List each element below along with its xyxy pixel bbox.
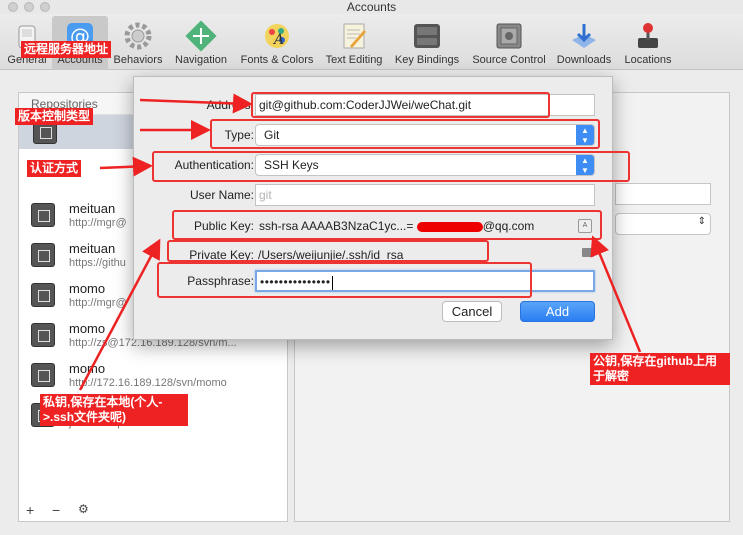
repository-icon bbox=[31, 243, 55, 267]
repository-icon bbox=[31, 363, 55, 387]
annotation-private-key-note: 私钥,保存在本地(个人->.ssh文件夹呢) bbox=[40, 394, 188, 426]
username-row: User Name: git bbox=[134, 184, 614, 206]
preferences-toolbar: General @ Accounts Behaviors Navigation … bbox=[0, 14, 743, 70]
annotation-box-type bbox=[210, 119, 600, 149]
title-bar: Accounts bbox=[0, 0, 743, 14]
details-field[interactable] bbox=[615, 183, 711, 205]
annotation-auth-method: 认证方式 bbox=[27, 160, 82, 177]
joystick-icon bbox=[638, 23, 658, 48]
annotation-box-passphrase bbox=[157, 262, 532, 298]
annotation-public-key-note: 公钥,保存在github上用于解密 bbox=[590, 353, 730, 385]
pencil-icon bbox=[343, 23, 366, 49]
cancel-button[interactable]: Cancel bbox=[442, 301, 502, 322]
tab-source-control[interactable]: Source Control bbox=[466, 16, 552, 70]
annotation-vcs-type: 版本控制类型 bbox=[15, 108, 94, 125]
svg-text:A: A bbox=[272, 32, 284, 48]
annotation-box-public-key bbox=[172, 210, 602, 240]
details-select[interactable]: ⇕ bbox=[615, 213, 711, 235]
download-icon bbox=[572, 24, 596, 48]
tab-fonts-colors[interactable]: A Fonts & Colors bbox=[236, 16, 318, 70]
tab-key-bindings[interactable]: Key Bindings bbox=[390, 16, 464, 70]
repository-icon bbox=[31, 203, 55, 227]
username-label: User Name: bbox=[189, 188, 254, 202]
gear-icon[interactable]: ⚙ bbox=[78, 502, 89, 516]
tab-locations[interactable]: Locations bbox=[618, 16, 678, 70]
repository-icon bbox=[31, 283, 55, 307]
tab-behaviors[interactable]: Behaviors bbox=[110, 16, 166, 70]
window-title: Accounts bbox=[346, 0, 397, 14]
list-item[interactable]: momo http://172.16.189.128/svn/momo bbox=[31, 359, 281, 395]
add-button[interactable]: Add bbox=[520, 301, 595, 322]
tab-text-editing[interactable]: Text Editing bbox=[320, 16, 388, 70]
annotation-box-address bbox=[251, 92, 550, 118]
chevron-updown-icon: ⇕ bbox=[697, 216, 706, 227]
repository-icon bbox=[31, 323, 55, 347]
annotation-box-authentication bbox=[152, 151, 630, 182]
tab-navigation[interactable]: Navigation bbox=[170, 16, 232, 70]
username-input[interactable]: git bbox=[255, 184, 595, 206]
remove-repository-button[interactable]: − bbox=[52, 502, 60, 518]
repositories-footer: + − ⚙ bbox=[18, 502, 288, 522]
gear-icon bbox=[124, 22, 152, 50]
annotation-remote-address: 远程服务器地址 bbox=[21, 41, 112, 58]
annotation-box-private-key bbox=[167, 240, 489, 262]
tab-downloads[interactable]: Downloads bbox=[554, 16, 614, 70]
vault-icon bbox=[496, 23, 522, 49]
add-repository-button[interactable]: + bbox=[26, 502, 34, 518]
palette-icon: A bbox=[265, 24, 289, 48]
keyboard-icon bbox=[414, 24, 440, 48]
navigation-icon bbox=[185, 20, 217, 52]
folder-icon[interactable] bbox=[582, 248, 594, 257]
address-label: Address: bbox=[206, 98, 254, 112]
